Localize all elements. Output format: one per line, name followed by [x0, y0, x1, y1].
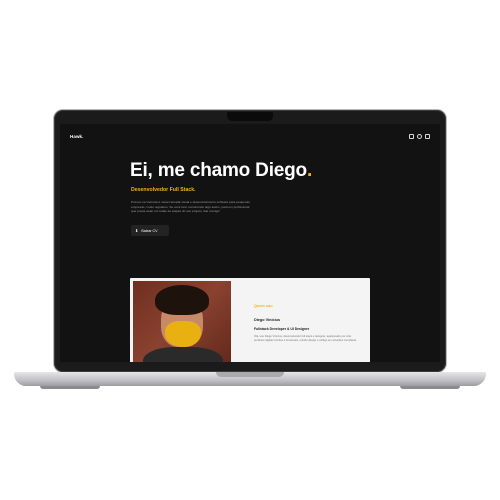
photo-hair: [155, 285, 209, 315]
download-cv-label: Baixar CV: [141, 228, 158, 233]
hero-description: Possuo na vivência é usual camada visual…: [131, 200, 250, 214]
about-card: Quem sou Diego Vinícius Fullstack Develo…: [130, 278, 370, 362]
about-description: Olá, sou Diego Vinícius, desenvolvedor f…: [254, 335, 357, 342]
brand-logo[interactable]: Hawk.: [70, 134, 84, 139]
laptop-foot-right: [400, 386, 460, 389]
photo-shirt: [143, 347, 223, 362]
social-links: [409, 133, 430, 139]
top-nav: Hawk.: [70, 131, 430, 141]
github-icon[interactable]: [417, 133, 422, 139]
laptop-base-notch: [216, 372, 284, 377]
camera-notch: [227, 112, 273, 121]
instagram-icon[interactable]: [425, 133, 430, 139]
linkedin-icon[interactable]: [409, 133, 414, 139]
download-cv-button[interactable]: ⬇ Baixar CV: [131, 225, 169, 236]
about-label: Quem sou: [254, 304, 273, 308]
photo-mask: [165, 321, 201, 347]
laptop-foot-left: [40, 386, 100, 389]
laptop-screen: Hawk. Ei, me chamo Diego. Desenvolvedor …: [60, 124, 440, 362]
hero-title: Ei, me chamo Diego.: [130, 160, 312, 182]
hero-subtitle: Desenvolvedor Full Stack.: [131, 187, 196, 193]
hero-title-dot: .: [306, 160, 313, 181]
about-role: Fullstack Developer & UI Designer: [254, 327, 310, 331]
download-icon: ⬇: [135, 227, 139, 233]
hero-title-text: Ei, me chamo Diego: [130, 160, 307, 181]
profile-photo: [133, 281, 231, 362]
about-name: Diego Vinícius: [254, 318, 281, 322]
